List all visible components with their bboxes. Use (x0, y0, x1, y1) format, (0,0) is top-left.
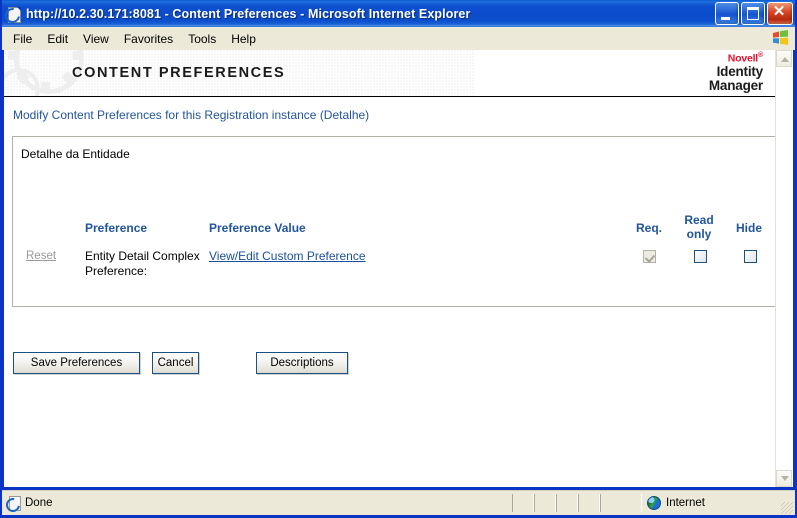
scroll-down-arrow-icon[interactable] (776, 470, 792, 487)
status-pane-5 (600, 494, 642, 512)
security-zone-indicator[interactable]: Internet (647, 494, 705, 512)
status-message: Done (3, 494, 53, 515)
novell-brand-name: Novell® (727, 52, 763, 65)
internet-explorer-page-icon (2, 4, 23, 26)
menu-item-file[interactable]: File (6, 30, 39, 48)
column-header-preference-value: Preference Value (209, 221, 306, 235)
product-name-line1: Identity (716, 63, 764, 79)
column-header-read-only-line1: Read (684, 213, 714, 227)
column-header-preference: Preference (85, 221, 148, 235)
cancel-button[interactable]: Cancel (152, 352, 199, 374)
maximize-button[interactable] (741, 2, 765, 25)
menu-item-favorites[interactable]: Favorites (117, 30, 180, 48)
page-subtitle: Modify Content Preferences for this Regi… (13, 108, 370, 122)
status-pane-3 (556, 494, 578, 512)
resize-grip-icon[interactable] (781, 502, 793, 514)
preference-name: Entity Detail Complex Preference: (85, 249, 200, 278)
hide-checkbox[interactable] (744, 250, 757, 263)
vertical-scrollbar[interactable] (775, 50, 792, 487)
menu-item-help[interactable]: Help (224, 30, 263, 48)
internet-explorer-status-icon (3, 494, 23, 515)
product-name-line2: Manager (708, 78, 763, 94)
status-pane-4 (578, 494, 600, 512)
close-button[interactable]: ✕ (767, 2, 793, 25)
page-title: CONTENT PREFERENCES (72, 65, 286, 81)
column-header-req: Req. (635, 221, 662, 235)
column-header-read-only-line2: only (686, 226, 712, 241)
reset-link[interactable]: Reset (26, 250, 56, 262)
title-bar: http://10.2.30.171:8081 - Content Prefer… (0, 0, 797, 27)
scroll-up-arrow-icon[interactable] (776, 50, 792, 67)
panel-heading: Detalhe da Entidade (21, 147, 130, 161)
browser-window: http://10.2.30.171:8081 - Content Prefer… (0, 0, 797, 518)
view-edit-custom-preference-link[interactable]: View/Edit Custom Preference (209, 249, 366, 263)
status-pane-1 (512, 494, 534, 512)
globe-icon (647, 496, 661, 510)
column-header-hide: Hide (735, 221, 762, 235)
window-title: http://10.2.30.171:8081 - Content Prefer… (26, 6, 471, 21)
menu-bar: File Edit View Favorites Tools Help (2, 27, 795, 50)
page-viewport: CONTENT PREFERENCES Novell® Identity Man… (4, 50, 793, 487)
window-controls: ✕ (713, 2, 793, 25)
menu-item-view[interactable]: View (76, 30, 116, 48)
minimize-button[interactable] (715, 2, 739, 25)
menu-item-tools[interactable]: Tools (181, 30, 223, 48)
novell-identity-manager-logo: Novell® Identity Manager (709, 52, 763, 94)
save-preferences-button[interactable]: Save Preferences (13, 352, 140, 374)
zone-text: Internet (666, 497, 705, 509)
application-banner: CONTENT PREFERENCES Novell® Identity Man… (4, 50, 776, 97)
req-checkbox (643, 250, 656, 263)
status-text: Done (25, 497, 53, 509)
status-bar: Done Internet (2, 490, 795, 515)
descriptions-button[interactable]: Descriptions (256, 352, 348, 374)
preferences-panel: Detalhe da Entidade Preference Preferenc… (12, 136, 777, 307)
read-only-checkbox[interactable] (694, 250, 707, 263)
menu-item-edit[interactable]: Edit (40, 30, 75, 48)
windows-flag-icon (773, 30, 788, 45)
column-header-read-only: Read only (676, 213, 722, 242)
close-icon: ✕ (772, 3, 786, 20)
status-pane-2 (534, 494, 556, 512)
